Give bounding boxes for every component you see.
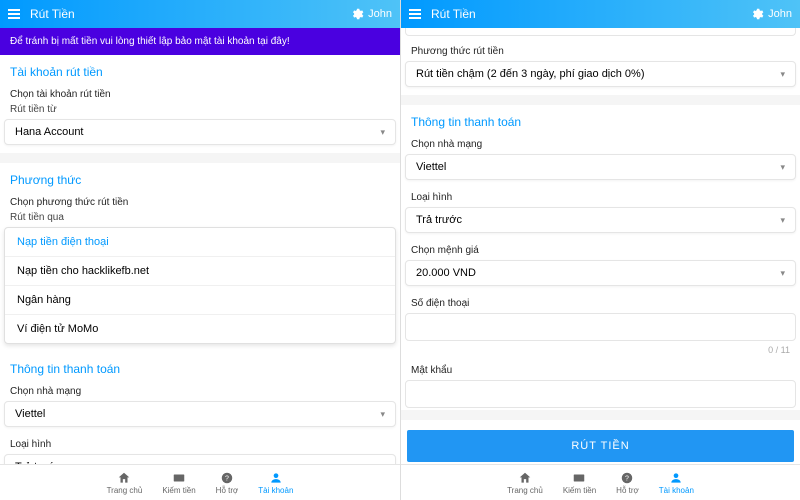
option-phone-topup[interactable]: Nạp tiền điện thoại xyxy=(5,228,395,257)
section-method: Phương thức xyxy=(0,163,400,193)
label-phone: Số điện thoại xyxy=(401,294,800,311)
bottom-nav: Trang chủ Kiếm tiền ? Hỗ trợ Tài khoản xyxy=(401,464,800,500)
body: Để tránh bị mất tiền vui lòng thiết lập … xyxy=(0,28,400,464)
label-choose-account: Chọn tài khoản rút tiền xyxy=(0,85,400,102)
menu-icon[interactable] xyxy=(8,9,24,19)
select-account[interactable]: Hana Account ▾ xyxy=(4,119,396,145)
page-title: Rút Tiền xyxy=(30,7,75,21)
home-icon xyxy=(117,471,131,485)
user-icon xyxy=(669,471,683,485)
select-denomination-value: 20.000 VND xyxy=(416,267,476,279)
chevron-down-icon: ▾ xyxy=(780,162,785,173)
bottom-nav: Trang chủ Kiếm tiền ? Hỗ trợ Tài khoản xyxy=(0,464,400,500)
nav-support-label: Hỗ trợ xyxy=(616,486,639,495)
label-type: Loại hình xyxy=(401,188,800,205)
label-method: Phương thức rút tiền xyxy=(401,42,800,59)
select-carrier-value: Viettel xyxy=(15,408,45,420)
svg-text:?: ? xyxy=(225,475,229,482)
header: Rút Tiền John xyxy=(401,0,800,28)
section-payment: Thông tin thanh toán xyxy=(0,352,400,382)
label-carrier: Chọn nhà mạng xyxy=(401,135,800,152)
screen-left: Rút Tiền John Để tránh bị mất tiền vui l… xyxy=(0,0,400,500)
header: Rút Tiền John xyxy=(0,0,400,28)
nav-support[interactable]: ? Hỗ trợ xyxy=(616,471,639,495)
chevron-down-icon: ▾ xyxy=(380,127,385,138)
label-withdraw-from: Rút tiền từ xyxy=(0,102,400,117)
body: Phương thức rút tiền Rút tiền chậm (2 đế… xyxy=(401,28,800,464)
select-type[interactable]: Trả trước ▾ xyxy=(4,454,396,464)
nav-home-label: Trang chủ xyxy=(507,486,543,495)
nav-earn-label: Kiếm tiền xyxy=(563,486,596,495)
select-type-value: Trả trước xyxy=(416,214,462,226)
option-momo[interactable]: Ví điện tử MoMo xyxy=(5,315,395,343)
chevron-down-icon: ▾ xyxy=(780,215,785,226)
page-title: Rút Tiền xyxy=(431,7,476,21)
nav-home-label: Trang chủ xyxy=(107,486,143,495)
label-denomination: Chọn mệnh giá xyxy=(401,241,800,258)
screen-right: Rút Tiền John Phương thức rút tiền Rút t… xyxy=(400,0,800,500)
label-type: Loại hình xyxy=(0,435,400,452)
nav-home[interactable]: Trang chủ xyxy=(507,471,543,495)
select-account-value: Hana Account xyxy=(15,126,84,138)
security-banner[interactable]: Để tránh bị mất tiền vui lòng thiết lập … xyxy=(0,28,400,55)
nav-earn[interactable]: Kiếm tiền xyxy=(563,471,596,495)
nav-account-label: Tài khoản xyxy=(258,486,293,495)
dropdown-method[interactable]: Nạp tiền điện thoại Nạp tiền cho hacklik… xyxy=(4,227,396,344)
nav-earn[interactable]: Kiếm tiền xyxy=(162,471,195,495)
wallet-icon xyxy=(572,471,586,485)
section-account: Tài khoản rút tiền xyxy=(0,55,400,85)
nav-support-label: Hỗ trợ xyxy=(216,486,239,495)
nav-support[interactable]: ? Hỗ trợ xyxy=(216,471,239,495)
chevron-down-icon: ▾ xyxy=(380,409,385,420)
select-denomination[interactable]: 20.000 VND ▾ xyxy=(405,260,796,286)
label-password: Mật khẩu xyxy=(401,361,800,378)
gear-icon[interactable] xyxy=(350,7,364,21)
phone-counter: 0 / 11 xyxy=(401,343,800,361)
submit-button[interactable]: RÚT TIỀN xyxy=(407,430,794,462)
select-method-value: Rút tiền chậm (2 đến 3 ngày, phí giao dị… xyxy=(416,68,645,80)
select-carrier[interactable]: Viettel ▾ xyxy=(4,401,396,427)
help-icon: ? xyxy=(620,471,634,485)
select-type[interactable]: Trả trước ▾ xyxy=(405,207,796,233)
select-method[interactable]: Rút tiền chậm (2 đến 3 ngày, phí giao dị… xyxy=(405,61,796,87)
user-name[interactable]: John xyxy=(368,8,392,20)
chevron-down-icon: ▾ xyxy=(780,268,785,279)
nav-account[interactable]: Tài khoản xyxy=(659,471,694,495)
input-password[interactable] xyxy=(405,380,796,408)
nav-earn-label: Kiếm tiền xyxy=(162,486,195,495)
option-bank[interactable]: Ngân hàng xyxy=(5,286,395,315)
partial-box-top xyxy=(405,28,796,36)
label-choose-method: Chọn phương thức rút tiền xyxy=(0,193,400,210)
label-carrier: Chọn nhà mạng xyxy=(0,382,400,399)
label-withdraw-via: Rút tiền qua xyxy=(0,210,400,225)
menu-icon[interactable] xyxy=(409,9,425,19)
nav-account[interactable]: Tài khoản xyxy=(258,471,293,495)
svg-text:?: ? xyxy=(626,475,630,482)
home-icon xyxy=(518,471,532,485)
chevron-down-icon: ▾ xyxy=(780,69,785,80)
user-icon xyxy=(269,471,283,485)
input-phone[interactable] xyxy=(405,313,796,341)
user-name[interactable]: John xyxy=(768,8,792,20)
nav-account-label: Tài khoản xyxy=(659,486,694,495)
nav-home[interactable]: Trang chủ xyxy=(107,471,143,495)
option-hacklikefb[interactable]: Nạp tiền cho hacklikefb.net xyxy=(5,257,395,286)
section-payment: Thông tin thanh toán xyxy=(401,105,800,135)
gear-icon[interactable] xyxy=(750,7,764,21)
select-carrier-value: Viettel xyxy=(416,161,446,173)
help-icon: ? xyxy=(220,471,234,485)
select-carrier[interactable]: Viettel ▾ xyxy=(405,154,796,180)
wallet-icon xyxy=(172,471,186,485)
